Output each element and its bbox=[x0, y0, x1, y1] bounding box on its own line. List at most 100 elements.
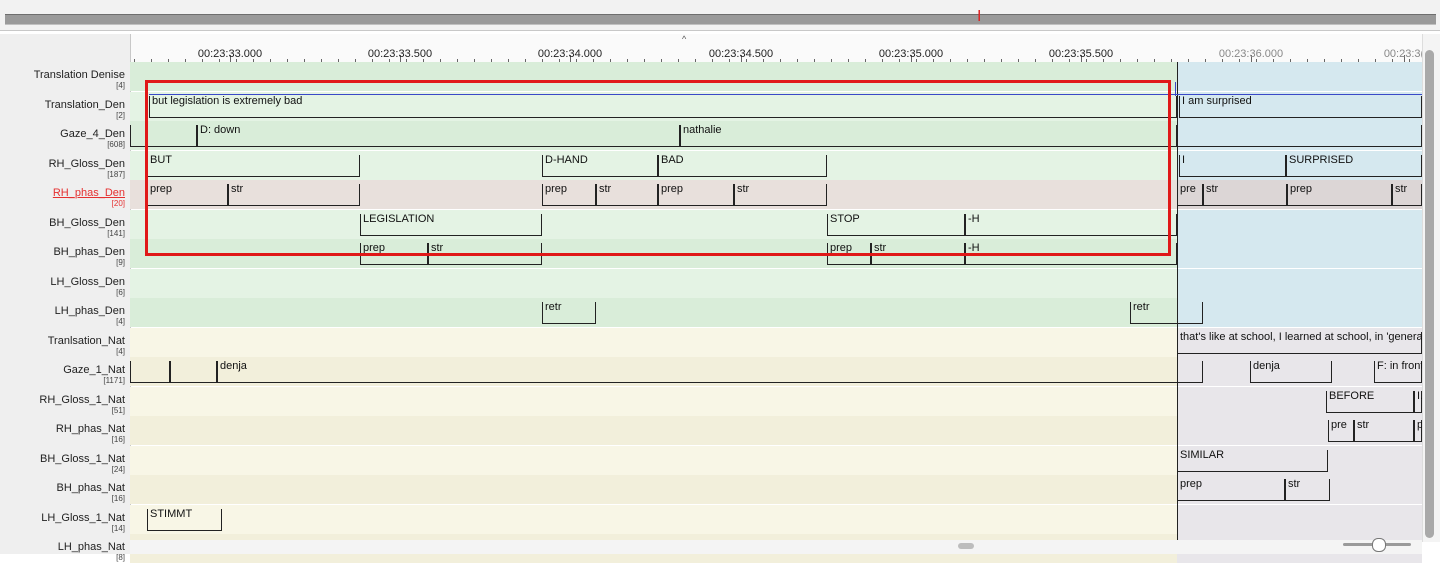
annotation-left-boundary bbox=[1203, 184, 1204, 206]
tier-row-right-7[interactable] bbox=[1177, 269, 1422, 298]
annotation-segment[interactable] bbox=[170, 357, 217, 386]
tier-row-11[interactable] bbox=[130, 387, 1177, 416]
tier-name-label: LH_Gloss_Den bbox=[50, 276, 125, 288]
annotation-baseline bbox=[217, 382, 1203, 383]
tier-annotation-count: [6] bbox=[116, 288, 125, 297]
tier-row-14[interactable] bbox=[130, 475, 1177, 504]
tier-name-9[interactable]: Tranlsation_Nat [4] bbox=[0, 328, 128, 357]
annotation-segment[interactable]: F: in front bbox=[1374, 357, 1423, 386]
horizontal-scrollbar[interactable] bbox=[130, 540, 1422, 554]
tier-name-0[interactable]: Translation Denise [4] bbox=[0, 62, 128, 91]
tier-row-right-0[interactable] bbox=[1177, 62, 1422, 91]
annotation-segment[interactable]: str bbox=[1203, 180, 1287, 209]
annotation-segment[interactable]: denja bbox=[1250, 357, 1332, 386]
annotation-baseline bbox=[147, 530, 222, 531]
annotation-segment[interactable]: pre bbox=[1177, 180, 1203, 209]
tier-row-8[interactable] bbox=[130, 298, 1177, 327]
annotation-baseline bbox=[1177, 146, 1422, 147]
annotation-right-boundary bbox=[1329, 479, 1330, 501]
annotation-segment[interactable]: str bbox=[1354, 416, 1414, 445]
tier-row-15[interactable] bbox=[130, 505, 1177, 534]
annotation-segment[interactable]: str bbox=[1285, 475, 1330, 504]
tier-name-4[interactable]: RH_phas_Den [20] bbox=[0, 180, 128, 209]
tier-name-label: RH_Gloss_1_Nat bbox=[39, 394, 125, 406]
annotation-baseline bbox=[1130, 323, 1203, 324]
annotation-segment[interactable]: str bbox=[1392, 180, 1422, 209]
annotation-baseline bbox=[1287, 205, 1392, 206]
annotation-left-boundary bbox=[1414, 420, 1415, 442]
annotation-left-boundary bbox=[1177, 479, 1178, 501]
ruler-time-label: 00:23:3( bbox=[1383, 48, 1425, 60]
tier-row-9[interactable] bbox=[130, 328, 1177, 357]
zoom-slider-knob[interactable] bbox=[1372, 538, 1386, 552]
overview-bar[interactable]: I bbox=[0, 0, 1440, 31]
annotation-baseline bbox=[130, 382, 170, 383]
tier-row-right-6[interactable] bbox=[1177, 239, 1422, 268]
annotation-segment[interactable]: prep bbox=[1287, 180, 1392, 209]
annotation-label: prep bbox=[1180, 478, 1203, 490]
annotation-label: denja bbox=[220, 360, 247, 372]
tier-name-8[interactable]: LH_phas_Den [4] bbox=[0, 298, 128, 327]
annotation-baseline bbox=[1326, 412, 1414, 413]
annotation-segment[interactable]: retr bbox=[1130, 298, 1203, 327]
annotation-segment[interactable]: I bbox=[1179, 151, 1286, 180]
annotation-left-boundary bbox=[1374, 361, 1375, 383]
annotation-segment[interactable]: STIMMT bbox=[147, 505, 222, 534]
tier-row-12[interactable] bbox=[130, 416, 1177, 445]
tier-name-label: RH_phas_Nat bbox=[55, 423, 125, 435]
overview-track[interactable] bbox=[5, 14, 1436, 25]
tier-name-12[interactable]: RH_phas_Nat [16] bbox=[0, 416, 128, 445]
annotation-segment[interactable]: I. bbox=[1414, 387, 1423, 416]
annotation-label: str bbox=[1288, 478, 1301, 490]
annotation-baseline bbox=[1179, 176, 1286, 177]
horizontal-scroll-thumb[interactable] bbox=[958, 543, 974, 549]
tier-name-10[interactable]: Gaze_1_Nat [1171] bbox=[0, 357, 128, 386]
tier-name-6[interactable]: BH_phas_Den [9] bbox=[0, 239, 128, 268]
tier-name-label: BH_Gloss_Den bbox=[49, 217, 125, 229]
tier-name-13[interactable]: BH_Gloss_1_Nat [24] bbox=[0, 446, 128, 475]
annotation-segment[interactable] bbox=[1177, 121, 1422, 150]
annotation-baseline bbox=[170, 382, 217, 383]
ruler-time-label: 00:23:35.500 bbox=[1048, 48, 1114, 60]
annotation-right-boundary bbox=[1176, 243, 1177, 265]
tier-row-right-15[interactable] bbox=[1177, 505, 1422, 534]
tier-name-11[interactable]: RH_Gloss_1_Nat [51] bbox=[0, 387, 128, 416]
tier-name-2[interactable]: Gaze_4_Den [608] bbox=[0, 121, 128, 150]
annotation-segment[interactable]: SURPRISED bbox=[1286, 151, 1422, 180]
vertical-scroll-thumb[interactable] bbox=[1425, 50, 1434, 538]
tier-row-right-5[interactable] bbox=[1177, 210, 1422, 239]
annotation-segment[interactable]: pre bbox=[1328, 416, 1354, 445]
ruler-time-label: 00:23:33.000 bbox=[197, 48, 263, 60]
tier-row-7[interactable] bbox=[130, 269, 1177, 298]
time-ruler[interactable]: 00:23:33.000 00:23:33.500 00:23:34.000 00:2… bbox=[130, 34, 1425, 63]
tier-name-3[interactable]: RH_Gloss_Den [187] bbox=[0, 151, 128, 180]
annotation-segment[interactable]: BEFORE bbox=[1326, 387, 1414, 416]
tier-annotation-count: [16] bbox=[111, 494, 125, 503]
annotation-left-boundary bbox=[1130, 302, 1131, 324]
tier-name-16[interactable]: LH_phas_Nat [8] bbox=[0, 534, 128, 563]
tier-name-1[interactable]: Translation_Den [2] bbox=[0, 92, 128, 121]
tier-annotation-count: [20] bbox=[111, 199, 125, 208]
tier-name-7[interactable]: LH_Gloss_Den [6] bbox=[0, 269, 128, 298]
tier-name-15[interactable]: LH_Gloss_1_Nat [14] bbox=[0, 505, 128, 534]
annotation-segment[interactable]: p bbox=[1414, 416, 1423, 445]
tier-name-14[interactable]: BH_phas_Nat [16] bbox=[0, 475, 128, 504]
tier-row-right-8[interactable] bbox=[1177, 298, 1422, 327]
annotation-baseline bbox=[1285, 500, 1330, 501]
annotation-right-boundary bbox=[1331, 361, 1332, 383]
annotation-label: I am surprised bbox=[1182, 95, 1252, 107]
tier-row-13[interactable] bbox=[130, 446, 1177, 475]
annotation-left-boundary bbox=[1179, 96, 1180, 118]
annotation-segment[interactable]: prep bbox=[1177, 475, 1285, 504]
annotation-segment[interactable]: SIMILAR bbox=[1177, 446, 1328, 475]
annotation-segment[interactable]: retr bbox=[542, 298, 596, 327]
tier-name-5[interactable]: BH_Gloss_Den [141] bbox=[0, 210, 128, 239]
annotation-segment[interactable] bbox=[130, 357, 170, 386]
annotation-label: retr bbox=[1133, 301, 1150, 313]
annotation-left-boundary bbox=[1177, 450, 1178, 472]
vertical-scrollbar[interactable] bbox=[1422, 34, 1440, 542]
annotation-segment[interactable]: denja bbox=[217, 357, 1203, 386]
ruler-time-label: 00:23:34.500 bbox=[708, 48, 774, 60]
annotation-segment[interactable]: I am surprised bbox=[1179, 92, 1422, 121]
annotation-segment[interactable]: that's like at school, I learned at scho… bbox=[1177, 328, 1423, 357]
